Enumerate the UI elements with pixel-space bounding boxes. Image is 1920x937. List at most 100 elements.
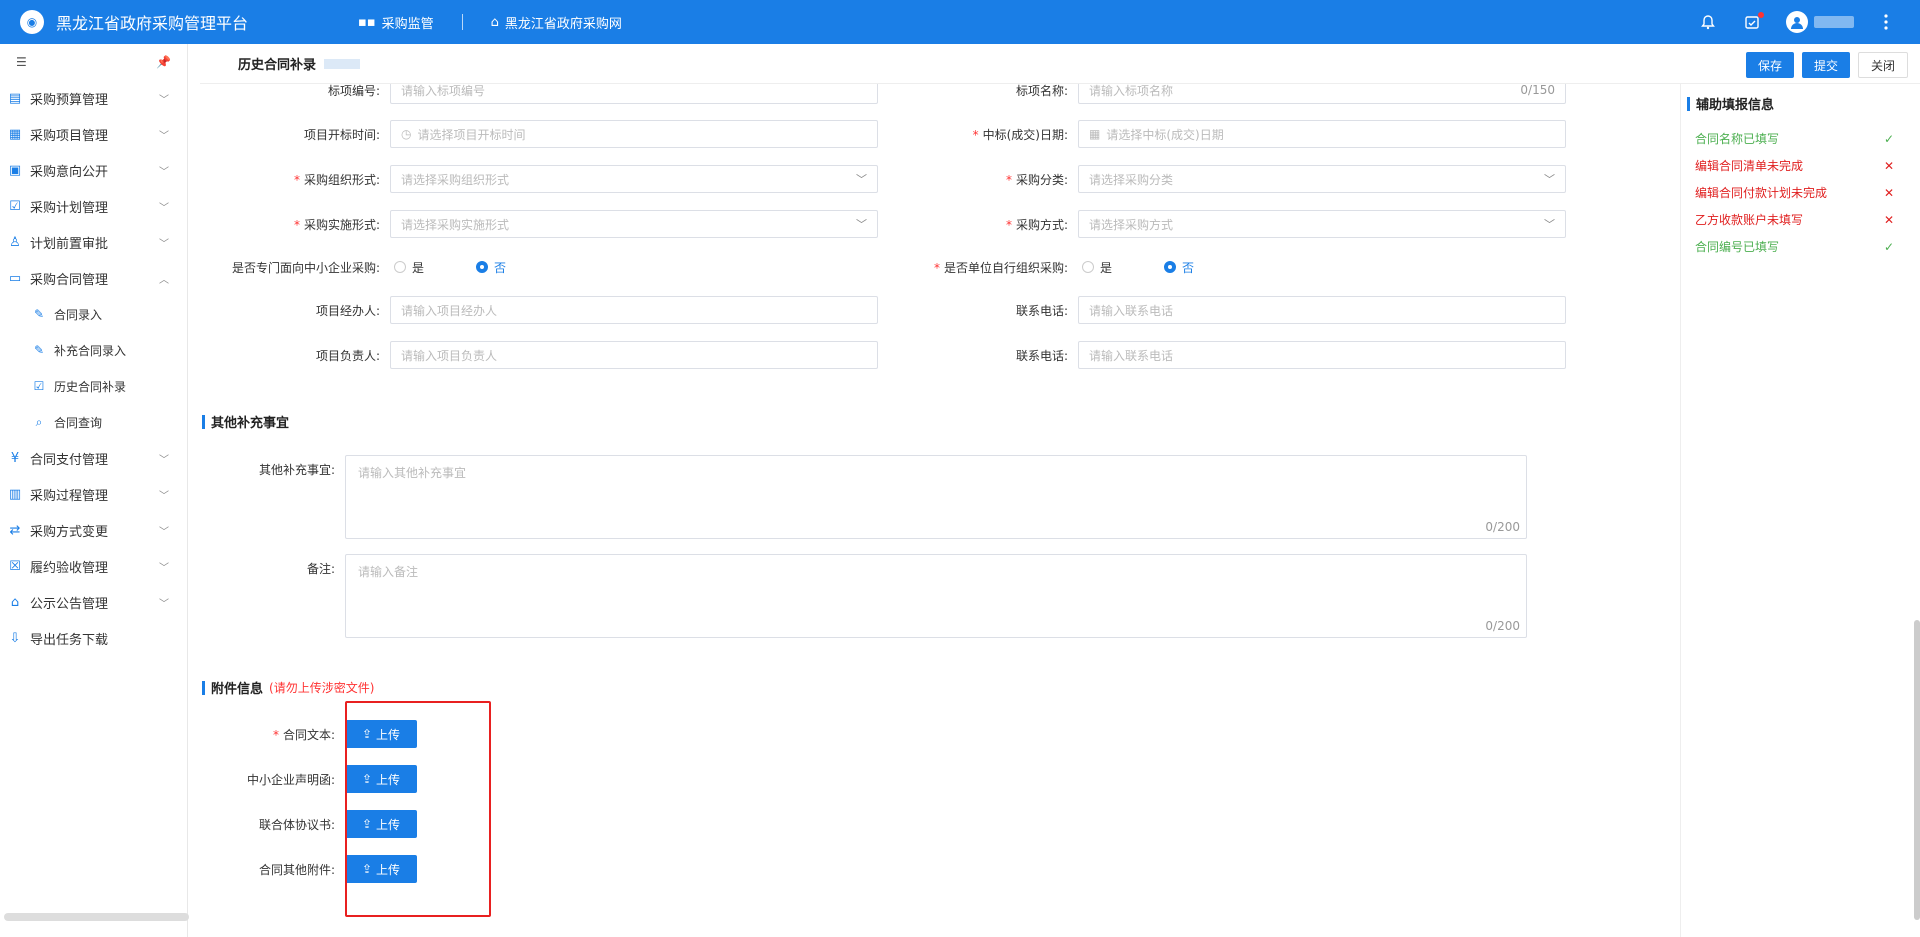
top-nav: ▪▪ 采购监管 ⌂ 黑龙江省政府采购网: [358, 13, 622, 32]
sme-radio-no[interactable]: 否: [476, 259, 506, 276]
required-mark: *: [1005, 217, 1012, 232]
sidebar-subitem-supplement-entry[interactable]: ✎ 补充合同录入: [0, 332, 187, 368]
field-label-wrap: * 采购组织形式:: [200, 171, 390, 188]
section-label: 其他补充事宜: [211, 416, 290, 431]
vertical-scrollbar[interactable]: [1914, 620, 1920, 920]
username-masked: [1814, 16, 1854, 28]
other-matters-textarea[interactable]: 请输入其他补充事宜 0/200: [345, 455, 1527, 539]
field-label: 项目开标时间:: [303, 127, 380, 142]
required-mark: *: [1005, 172, 1012, 187]
helper-item[interactable]: 乙方收款账户未填写 ✕: [1681, 206, 1920, 233]
chevron-down-icon: ﹀: [856, 218, 867, 231]
field-label: 标项编号:: [327, 84, 380, 98]
org-form-select[interactable]: 请选择采购组织形式 ﹀: [390, 165, 878, 193]
search-list-icon: ⌕: [35, 414, 43, 429]
sidebar-item-method-change[interactable]: ⇄ 采购方式变更 ﹀: [0, 512, 187, 548]
bid-name-input[interactable]: 请输入标项名称 0/150: [1078, 84, 1566, 104]
handler-input[interactable]: 请输入项目经办人: [390, 296, 878, 324]
sidebar-item-acceptance[interactable]: ☒ 履约验收管理 ﹀: [0, 548, 187, 584]
sidebar-item-label: 采购项目管理: [30, 128, 109, 144]
sidebar-subitem-history[interactable]: ☑ 历史合同补录: [0, 368, 187, 404]
sidebar-item-approval[interactable]: ♙ 计划前置审批 ﹀: [0, 224, 187, 260]
sme-radio-yes[interactable]: 是: [394, 259, 424, 276]
open-time-picker[interactable]: ◷ 请选择项目开标时间: [390, 120, 878, 148]
helper-item[interactable]: 编辑合同清单未完成 ✕: [1681, 152, 1920, 179]
more-vertical-icon[interactable]: [1876, 12, 1896, 32]
nav-procurement-website[interactable]: ⌂ 黑龙江省政府采购网: [491, 13, 622, 32]
top-bar: ◉ 黑龙江省政府采购管理平台 ▪▪ 采购监管 ⌂ 黑龙江省政府采购网: [0, 0, 1920, 44]
sidebar-item-notice[interactable]: ⌂ 公示公告管理 ﹀: [0, 584, 187, 620]
save-button[interactable]: 保存: [1745, 52, 1794, 78]
bid-number-input[interactable]: 请输入标项编号: [390, 84, 878, 104]
task-check-icon[interactable]: [1742, 12, 1764, 32]
self-org-radio-no[interactable]: 否: [1164, 259, 1194, 276]
sidebar-subitem-query[interactable]: ⌕ 合同查询: [0, 404, 187, 440]
handler-phone-input[interactable]: 请输入联系电话: [1078, 296, 1566, 324]
leader-phone-input[interactable]: 请输入联系电话: [1078, 341, 1566, 369]
sidebar-subitem-contract-entry[interactable]: ✎ 合同录入: [0, 296, 187, 332]
placeholder: 请选择采购方式: [1089, 217, 1174, 232]
field-label: 其他补充事宜:: [258, 463, 335, 477]
sidebar-item-contract[interactable]: ▭ 采购合同管理 ︿: [0, 260, 187, 296]
bell-icon[interactable]: [1698, 12, 1718, 32]
avatar[interactable]: [1786, 11, 1808, 33]
chevron-down-icon: ﹀: [159, 598, 169, 610]
helper-item[interactable]: 合同编号已填写 ✓: [1681, 233, 1920, 260]
check-icon: ✓: [1883, 239, 1894, 254]
sidebar-item-label: 采购计划管理: [30, 200, 109, 216]
placeholder: 请输入联系电话: [1089, 303, 1174, 318]
notification-dot: [1758, 12, 1764, 18]
form-row-matters: 其他补充事宜: 请输入其他补充事宜 0/200: [200, 455, 1527, 539]
submit-button[interactable]: 提交: [1801, 52, 1850, 78]
helper-item[interactable]: 编辑合同付款计划未完成 ✕: [1681, 179, 1920, 206]
method-select[interactable]: 请选择采购方式 ﹀: [1078, 210, 1566, 238]
placeholder: 请输入标项编号: [401, 84, 486, 98]
win-date-picker[interactable]: ▦ 请选择中标(成交)日期: [1078, 120, 1566, 148]
doc-edit-icon: ✎: [33, 307, 45, 321]
sidebar-item-project[interactable]: ▦ 采购项目管理 ﹀: [0, 116, 187, 152]
masked-title-suffix: [324, 58, 361, 69]
sidebar-item-process[interactable]: ▥ 采购过程管理 ﹀: [0, 476, 187, 512]
change-icon: ⇄: [9, 522, 21, 538]
helper-list: 合同名称已填写 ✓ 编辑合同清单未完成 ✕ 编辑合同付款计划未完成 ✕ 乙方收款账户未…: [1681, 125, 1920, 260]
leader-input[interactable]: 请输入项目负责人: [390, 341, 878, 369]
menu-toggle-icon[interactable]: ☰: [16, 55, 27, 69]
helper-item[interactable]: 合同名称已填写 ✓: [1681, 125, 1920, 152]
close-button[interactable]: 关闭: [1857, 52, 1908, 78]
sidebar-subitem-label: 补充合同录入: [54, 343, 127, 358]
sidebar-item-intent[interactable]: ▣ 采购意向公开 ﹀: [0, 152, 187, 188]
nav-label: 黑龙江省政府采购网: [504, 16, 622, 32]
helper-item-text: 合同编号已填写: [1695, 240, 1780, 254]
self-org-radio-yes[interactable]: 是: [1082, 259, 1112, 276]
secret-file-warning: (请勿上传涉密文件): [269, 681, 375, 695]
nav-procurement-supervision[interactable]: ▪▪ 采购监管: [358, 13, 434, 32]
pin-icon[interactable]: 📌: [156, 55, 171, 69]
sidebar-item-payment[interactable]: ¥ 合同支付管理 ﹀: [0, 440, 187, 476]
highlight-box: [345, 701, 491, 917]
sidebar-item-budget[interactable]: ▤ 采购预算管理 ﹀: [0, 80, 187, 116]
chevron-down-icon: ﹀: [1544, 218, 1555, 231]
field-label: 联系电话:: [1015, 303, 1068, 318]
chevron-down-icon: ﹀: [159, 166, 169, 178]
horizontal-scrollbar[interactable]: [4, 913, 189, 921]
chevron-down-icon: ﹀: [159, 238, 169, 250]
remark-textarea[interactable]: 请输入备注 0/200: [345, 554, 1527, 638]
section-title-other: 其他补充事宜: [202, 412, 289, 431]
app-title: 黑龙江省政府采购管理平台: [56, 14, 249, 33]
section-label: 附件信息: [211, 682, 264, 697]
category-select[interactable]: 请选择采购分类 ﹀: [1078, 165, 1566, 193]
section-bar: [202, 680, 205, 695]
char-counter: 0/200: [1485, 619, 1520, 633]
calendar-icon: ▦: [1089, 127, 1101, 141]
sidebar-subitem-label: 合同查询: [54, 415, 103, 430]
sidebar-item-label: 采购方式变更: [30, 524, 109, 540]
sidebar-item-plan[interactable]: ☑ 采购计划管理 ﹀: [0, 188, 187, 224]
field-label-wrap: * 合同文本:: [200, 726, 345, 743]
sidebar-item-export[interactable]: ⇩ 导出任务下载: [0, 620, 187, 656]
field-label: 采购分类:: [1015, 172, 1068, 187]
placeholder: 请选择采购组织形式: [401, 172, 510, 187]
field-label: 备注:: [306, 562, 335, 576]
sidebar-header: ☰ 📌: [0, 44, 187, 80]
impl-form-select[interactable]: 请选择采购实施形式 ﹀: [390, 210, 878, 238]
placeholder: 请选择采购实施形式: [401, 217, 510, 232]
